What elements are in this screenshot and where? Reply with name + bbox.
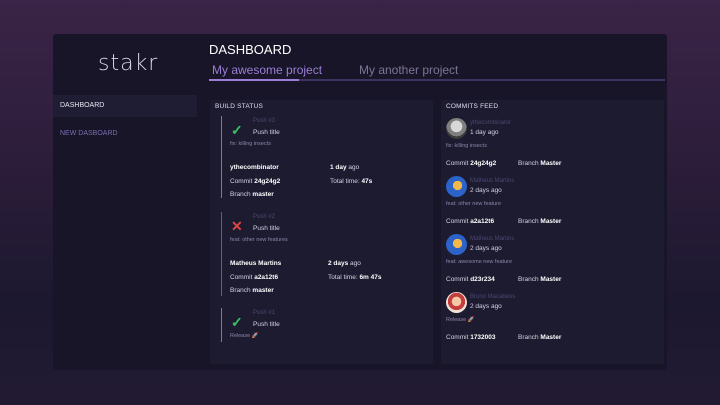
- build-push-number: Push #2: [253, 214, 276, 220]
- avatar: [446, 118, 467, 139]
- commits-feed-panel: COMMITS FEED ythecombinator 1 day ago fi…: [441, 100, 664, 364]
- build-author: Matheus Martins: [230, 260, 282, 267]
- feed-branch: Branch Master: [518, 276, 562, 283]
- build-message: Release 🚀: [230, 333, 259, 339]
- feed-message: Release 🚀: [446, 317, 475, 323]
- build-status-title: BUILD STATUS: [215, 103, 264, 110]
- commits-feed-title: COMMITS FEED: [446, 103, 499, 110]
- feed-message: feat: other new feature: [446, 201, 502, 207]
- feed-item[interactable]: Matheus Martins 2 days ago feat: other n…: [446, 176, 660, 234]
- feed-message: feat: awesome new feature: [446, 259, 513, 265]
- sidebar-item-new-dashboard[interactable]: NEW DASBOARD: [53, 123, 197, 145]
- build-card[interactable]: ✓ Push #1 Push title Release 🚀: [221, 308, 421, 342]
- build-status-panel: BUILD STATUS ✓ Push #3 Push title fix: k…: [210, 100, 433, 364]
- app-window: stakr DASHBOARD My awesome project My an…: [53, 34, 667, 370]
- feed-time: 2 days ago: [470, 187, 502, 194]
- build-total-time: Total time: 6m 47s: [328, 274, 382, 281]
- build-author: ythecombinator: [230, 164, 279, 171]
- feed-commit: Commit 1732003: [446, 334, 496, 341]
- build-commit: Commit 24g24g2: [230, 178, 281, 185]
- check-icon: ✓: [231, 122, 243, 138]
- avatar: [446, 176, 467, 197]
- active-tab-indicator: [209, 79, 299, 81]
- sidebar-item-dashboard[interactable]: DASHBOARD: [53, 95, 197, 117]
- build-push-number: Push #1: [253, 310, 276, 316]
- build-title: Push title: [253, 321, 280, 328]
- feed-item[interactable]: Bruno Macabeus 2 days ago Release 🚀 Comm…: [446, 292, 660, 350]
- feed-item[interactable]: ythecombinator 1 day ago fix: killing in…: [446, 118, 660, 176]
- feed-branch: Branch Master: [518, 218, 562, 225]
- feed-author: Matheus Martins: [470, 178, 515, 184]
- build-card[interactable]: ✓ Push #3 Push title fix: killing insect…: [221, 116, 421, 198]
- feed-branch: Branch Master: [518, 334, 562, 341]
- avatar: [446, 292, 467, 313]
- check-icon: ✓: [231, 314, 243, 330]
- build-branch: Branch master: [230, 191, 274, 198]
- feed-time: 2 days ago: [470, 245, 502, 252]
- feed-author: Matheus Martins: [470, 236, 515, 242]
- build-commit: Commit a2a12t6: [230, 274, 279, 281]
- feed-commit: Commit d23r234: [446, 276, 495, 283]
- feed-time: 1 day ago: [470, 129, 499, 136]
- feed-message: fix: killing insects: [446, 143, 487, 149]
- page-title: DASHBOARD: [209, 42, 292, 57]
- build-message: fix: killing insects: [230, 141, 271, 147]
- build-card[interactable]: ✕ Push #2 Push title feat: other new fea…: [221, 212, 421, 296]
- feed-author: Bruno Macabeus: [470, 294, 516, 300]
- build-title: Push title: [253, 129, 280, 136]
- tab-my-awesome-project[interactable]: My awesome project: [212, 63, 322, 77]
- tab-underline: [209, 79, 665, 81]
- feed-time: 2 days ago: [470, 303, 502, 310]
- build-branch: Branch master: [230, 287, 274, 294]
- build-message: feat: other new features: [230, 237, 288, 243]
- sidebar: DASHBOARD NEW DASBOARD: [53, 95, 197, 145]
- feed-commit: Commit a2a12t6: [446, 218, 495, 225]
- avatar: [446, 234, 467, 255]
- cross-icon: ✕: [231, 218, 243, 234]
- tab-my-another-project[interactable]: My another project: [359, 63, 458, 77]
- feed-commit: Commit 24g24g2: [446, 160, 497, 167]
- build-time: 2 days ago: [328, 260, 361, 267]
- app-logo: stakr: [98, 51, 159, 76]
- build-title: Push title: [253, 225, 280, 232]
- feed-item[interactable]: Matheus Martins 2 days ago feat: awesome…: [446, 234, 660, 292]
- build-push-number: Push #3: [253, 118, 276, 124]
- project-tabs: My awesome project My another project: [209, 63, 665, 81]
- feed-branch: Branch Master: [518, 160, 562, 167]
- build-time: 1 day ago: [330, 164, 360, 171]
- feed-author: ythecombinator: [470, 120, 512, 126]
- build-total-time: Total time: 47s: [330, 178, 373, 185]
